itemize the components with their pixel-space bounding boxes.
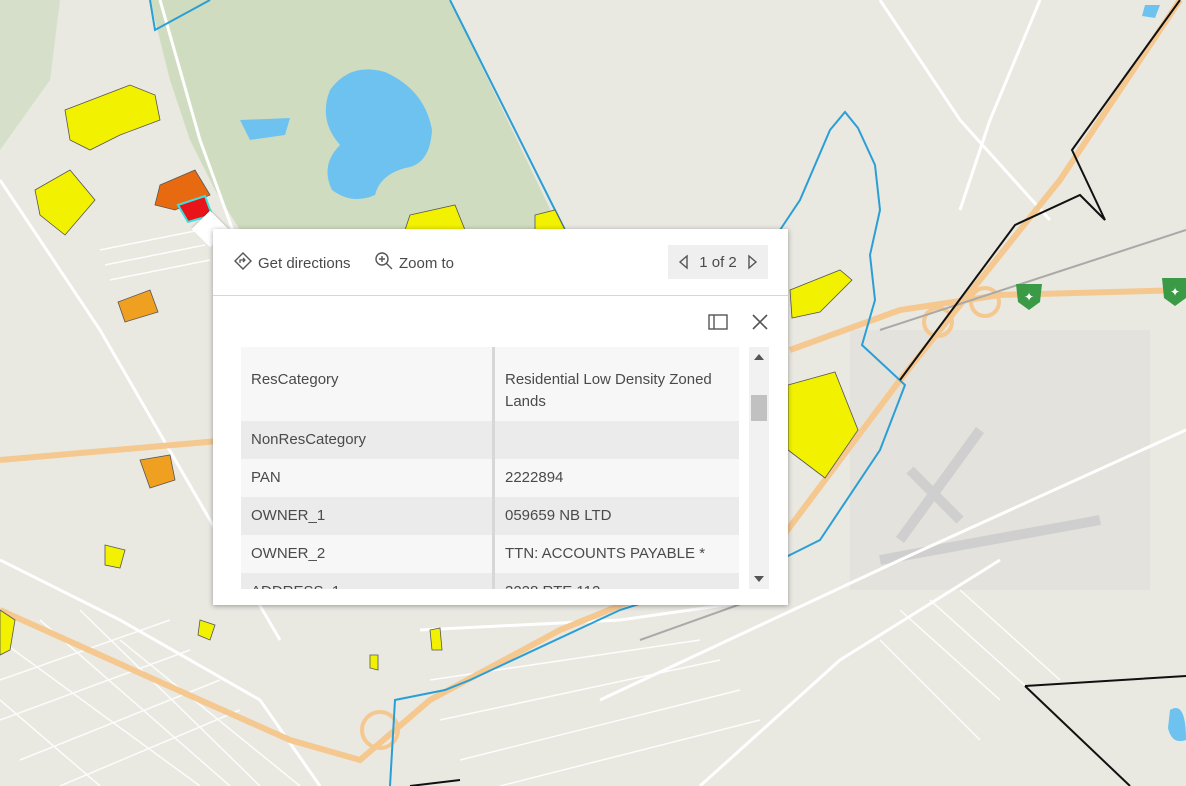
table-scrollbar[interactable] bbox=[749, 347, 769, 589]
field-name: PAN bbox=[241, 459, 495, 497]
table-row: ResCategory Residential Low Density Zone… bbox=[241, 361, 739, 421]
field-value: TTN: ACCOUNTS PAYABLE * bbox=[493, 535, 739, 573]
scroll-thumb[interactable] bbox=[751, 395, 767, 421]
pager-label: 1 of 2 bbox=[699, 253, 737, 271]
field-value: 059659 NB LTD bbox=[493, 497, 739, 535]
field-value: 2222894 bbox=[493, 459, 739, 497]
directions-icon bbox=[233, 251, 258, 275]
popup-actions-bar: Get directions Zoom to 1 of 2 bbox=[213, 229, 788, 296]
scroll-down-arrow[interactable] bbox=[754, 576, 764, 582]
attribute-table-container[interactable]: ResCategory Residential Low Density Zone… bbox=[241, 347, 741, 589]
popup-header-tools bbox=[707, 311, 771, 333]
zoom-to-label: Zoom to bbox=[399, 254, 455, 272]
zoom-to-button[interactable]: Zoom to bbox=[374, 251, 454, 275]
close-icon bbox=[752, 314, 768, 330]
field-name: ADDRESS_1 bbox=[241, 573, 495, 589]
table-row: PAN 2222894 bbox=[241, 459, 739, 497]
get-directions-button[interactable]: Get directions bbox=[233, 251, 351, 275]
svg-text:✦: ✦ bbox=[1024, 290, 1034, 304]
attribute-table: ResCategory Residential Low Density Zone… bbox=[241, 347, 739, 589]
scroll-up-arrow[interactable] bbox=[754, 354, 764, 360]
feature-popup: Get directions Zoom to 1 of 2 ResCategor… bbox=[213, 229, 788, 605]
table-row: ADDRESS_1 3228 RTE 112 bbox=[241, 573, 739, 589]
next-feature-button[interactable] bbox=[744, 252, 762, 272]
zoom-in-icon bbox=[374, 251, 399, 275]
table-row: OWNER_1 059659 NB LTD bbox=[241, 497, 739, 535]
field-name: ResCategory bbox=[241, 361, 495, 421]
field-name: NonResCategory bbox=[241, 421, 495, 459]
field-value bbox=[493, 421, 739, 459]
previous-feature-button[interactable] bbox=[674, 252, 692, 272]
field-name: OWNER_1 bbox=[241, 497, 495, 535]
chevron-left-icon bbox=[678, 254, 688, 270]
chevron-right-icon bbox=[748, 254, 758, 270]
svg-text:✦: ✦ bbox=[1170, 285, 1180, 299]
table-row: NonResCategory bbox=[241, 421, 739, 459]
table-row: OWNER_2 TTN: ACCOUNTS PAYABLE * bbox=[241, 535, 739, 573]
feature-pager: 1 of 2 bbox=[668, 245, 768, 279]
close-button[interactable] bbox=[749, 311, 771, 333]
dock-icon bbox=[708, 314, 728, 330]
field-value: 3228 RTE 112 bbox=[493, 573, 739, 589]
airport-area bbox=[850, 330, 1150, 590]
dock-button[interactable] bbox=[707, 311, 729, 333]
field-value: Residential Low Density Zoned Lands bbox=[493, 361, 739, 421]
table-row bbox=[241, 347, 739, 361]
get-directions-label: Get directions bbox=[258, 254, 351, 272]
field-name: OWNER_2 bbox=[241, 535, 495, 573]
